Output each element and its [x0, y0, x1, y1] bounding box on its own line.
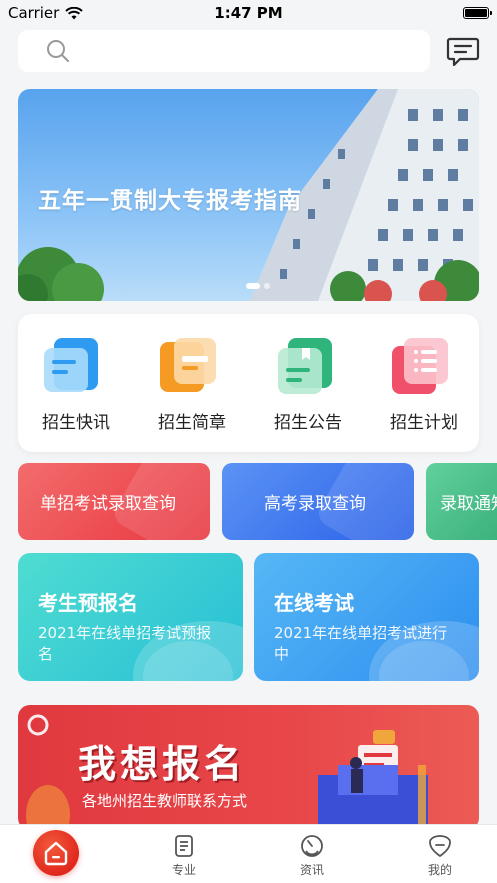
quick-nav-label: 招生简章	[158, 413, 226, 433]
banner-title: 五年一贯制大专报考指南	[38, 188, 302, 214]
plan-list-icon	[392, 338, 448, 394]
brochure-icon	[160, 338, 216, 392]
quick-nav-news[interactable]: 招生快讯	[18, 314, 118, 452]
news-dial-icon	[301, 835, 323, 857]
quick-nav-announcement[interactable]: 招生公告	[250, 314, 350, 452]
quick-nav-plan[interactable]: 招生计划	[366, 314, 466, 452]
tab-label: 我的	[427, 863, 452, 877]
hero-banner[interactable]: 五年一贯制大专报考指南	[18, 89, 479, 301]
search-bar[interactable]	[18, 30, 430, 72]
search-icon	[47, 40, 69, 62]
quick-nav-brochure[interactable]: 招生简章	[134, 314, 234, 452]
feature-title: 在线考试	[274, 591, 354, 615]
promo-subtitle: 各地州招生教师联系方式	[82, 792, 248, 810]
feature-title: 考生预报名	[38, 591, 138, 615]
quick-nav-label: 招生快讯	[42, 413, 110, 433]
query-chip-label: 录取通知	[440, 494, 497, 514]
status-time: 1:47 PM	[214, 4, 283, 22]
promo-title: 我想报名	[78, 741, 247, 786]
status-bar: Carrier 1:47 PM	[0, 0, 497, 26]
tab-major[interactable]: 专业	[144, 825, 224, 883]
query-chip-admission-notice[interactable]: 录取通知	[426, 463, 497, 540]
carousel-indicator	[246, 283, 270, 289]
query-chip-single-exam[interactable]: 单招考试录取查询	[18, 463, 210, 540]
query-chip-gaokao[interactable]: 高考录取查询	[222, 463, 414, 540]
feature-pre-registration[interactable]: 考生预报名 2021年在线单招考试预报名	[18, 553, 243, 681]
carousel-dot-active	[246, 283, 260, 289]
profile-icon	[429, 835, 451, 857]
tab-news[interactable]: 资讯	[272, 825, 352, 883]
announcement-icon	[278, 338, 332, 394]
query-chip-label: 高考录取查询	[264, 494, 366, 514]
tab-home[interactable]	[33, 830, 79, 876]
major-list-icon	[175, 835, 193, 857]
battery-icon	[463, 7, 492, 19]
tab-label: 资讯	[299, 863, 324, 877]
promo-banner[interactable]: 我想报名 各地州招生教师联系方式	[18, 705, 479, 830]
news-flash-icon	[44, 338, 98, 392]
tab-label: 专业	[171, 863, 196, 877]
quick-nav-label: 招生计划	[390, 413, 458, 433]
search-input[interactable]	[80, 42, 410, 60]
quick-nav-card: 招生快讯 招生简章 招生公告 招生计划	[18, 314, 479, 452]
message-icon[interactable]	[446, 37, 480, 67]
quick-nav-label: 招生公告	[274, 413, 342, 433]
carousel-dot	[264, 283, 270, 289]
home-icon	[44, 841, 68, 866]
feature-desc: 2021年在线单招考试进行中	[274, 624, 448, 663]
feature-online-exam[interactable]: 在线考试 2021年在线单招考试进行中	[254, 553, 479, 681]
feature-desc: 2021年在线单招考试预报名	[38, 624, 212, 663]
tab-profile[interactable]: 我的	[400, 825, 480, 883]
query-chip-label: 单招考试录取查询	[40, 494, 176, 514]
